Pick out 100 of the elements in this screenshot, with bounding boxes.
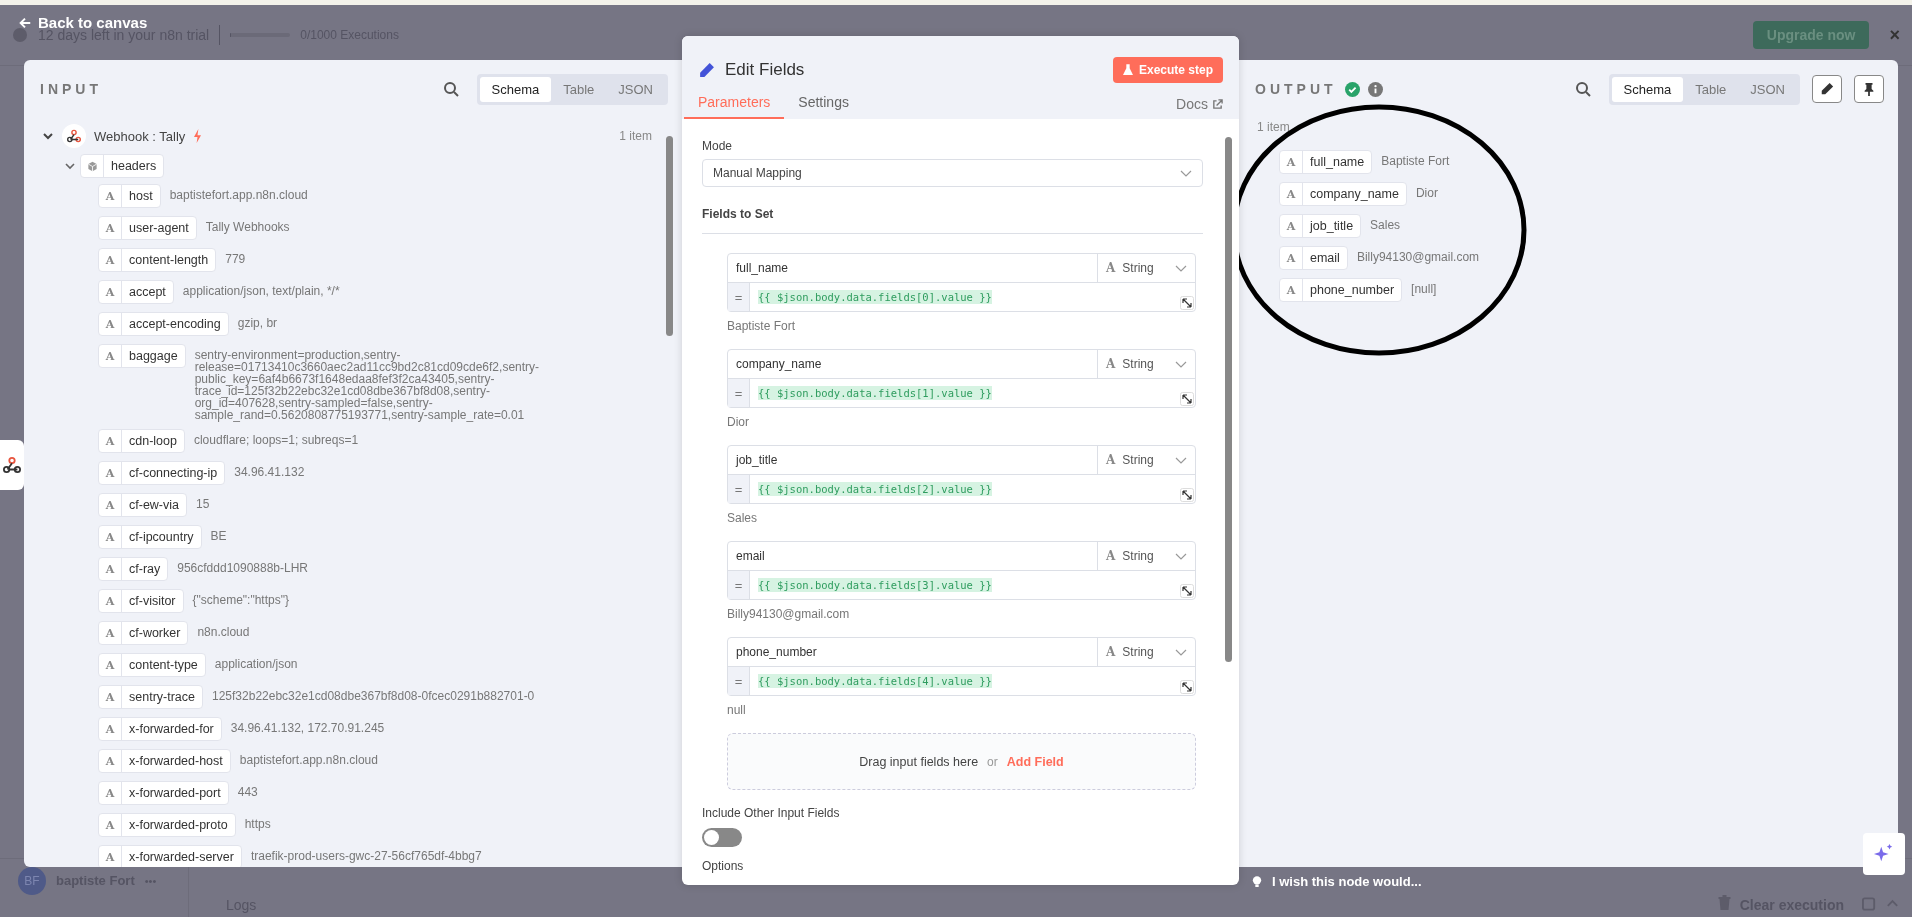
key-name: cf-visitor <box>128 593 177 610</box>
schema-key-pill[interactable]: A x-forwarded-port <box>98 781 229 805</box>
key-name: host <box>128 188 154 205</box>
field-name-input[interactable]: phone_number <box>728 638 1097 666</box>
field-result: Billy94130@gmail.com <box>727 607 850 621</box>
key-name: company_name <box>1309 186 1400 203</box>
field-name-input[interactable]: full_name <box>728 254 1097 282</box>
view-tab[interactable]: JSON <box>1738 76 1797 102</box>
type-glyph: A <box>1280 215 1303 237</box>
panel-title: OUTPUT <box>1255 81 1337 97</box>
view-tab[interactable]: Table <box>1683 76 1739 102</box>
key-value: baptistefort.app.n8n.cloud <box>239 752 378 766</box>
type-glyph: A <box>1280 279 1303 301</box>
type-glyph: A <box>99 462 122 484</box>
type-glyph: A <box>99 313 122 335</box>
schema-key-pill[interactable]: A cf-connecting-ip <box>98 461 226 485</box>
type-glyph: A <box>1280 183 1303 205</box>
type-select[interactable]: A String <box>1097 446 1195 474</box>
key-name: x-forwarded-port <box>128 785 222 802</box>
expression-sign: = <box>728 283 750 311</box>
key-name: x-forwarded-server <box>128 849 235 866</box>
schema-key-pill[interactable]: A x-forwarded-server <box>98 845 242 867</box>
key-name: x-forwarded-host <box>128 753 224 770</box>
key-name: x-forwarded-for <box>128 721 215 738</box>
type-select[interactable]: A String <box>1097 638 1195 666</box>
schema-key-pill[interactable]: A full_name <box>1279 150 1373 174</box>
view-tab[interactable]: JSON <box>606 76 665 102</box>
schema-key-pill[interactable]: A email <box>1279 246 1348 270</box>
schema-key-pill[interactable]: A phone_number <box>1279 278 1403 302</box>
drop-zone[interactable]: Drag input fields here or Add Field <box>727 733 1196 790</box>
schema-key-pill[interactable]: A content-type <box>98 653 206 677</box>
key-name: cf-ray <box>128 561 162 578</box>
type-glyph: A <box>99 281 122 303</box>
field-result: Dior <box>727 415 749 429</box>
schema-key-pill[interactable]: A content-length <box>98 248 217 272</box>
type-glyph: A <box>99 185 122 207</box>
key-value: 34.96.41.132, 172.70.91.245 <box>230 720 385 734</box>
type-select[interactable]: A String <box>1097 542 1195 570</box>
key-value: https <box>244 816 271 830</box>
expression-sign: = <box>728 475 750 503</box>
type-glyph: A <box>99 494 122 516</box>
type-glyph: A <box>99 430 122 452</box>
key-name: accept-encoding <box>128 316 222 333</box>
type-glyph: A <box>99 782 122 804</box>
schema-key-pill[interactable]: A accept-encoding <box>98 312 229 336</box>
field-name-input[interactable]: email <box>728 542 1097 570</box>
schema-key-pill[interactable]: A cf-ew-via <box>98 493 187 517</box>
schema-key-pill[interactable]: A cf-worker <box>98 621 189 645</box>
view-tab[interactable]: Schema <box>1611 76 1684 102</box>
schema-key-pill[interactable]: A x-forwarded-host <box>98 749 231 773</box>
key-value: 15 <box>196 496 210 510</box>
include-label: Include Other Input Fields <box>702 806 840 820</box>
docs-link[interactable]: Docs <box>1176 96 1223 119</box>
key-value: [null] <box>1411 281 1437 295</box>
type-glyph: A <box>99 750 122 772</box>
schema-key-pill[interactable]: headers <box>80 154 165 178</box>
node-name: Webhook : Tally <box>94 128 186 144</box>
schema-key-pill[interactable]: A x-forwarded-for <box>98 717 222 741</box>
type-select[interactable]: A String <box>1097 350 1195 378</box>
type-select[interactable]: A String <box>1097 254 1195 282</box>
schema-key-pill[interactable]: A x-forwarded-proto <box>98 813 236 837</box>
view-tab[interactable]: Schema <box>479 76 552 102</box>
editor-tab[interactable]: Settings <box>784 94 863 119</box>
type-glyph: A <box>99 249 122 271</box>
key-value: sentry-environment=production,sentry-release=01713410c3660aec2ad11cc9bd2c81cd09cde6f2,sentry-public_key=6af4b6673f1648edaa8fef3f2ca43405,sentry-trace_id=125f32b22ebc32e1cd08dbe367bf8d08,sentry-org_id=407628,sentry-sampled=false,sentry-sample_rand=0.5620808775193771,sentry-sample_rate=0.01 <box>194 347 541 421</box>
mode-select[interactable]: Manual Mapping <box>702 159 1203 187</box>
schema-key-pill[interactable]: A cf-visitor <box>98 589 184 613</box>
panel-title: INPUT <box>40 81 102 97</box>
view-tab[interactable]: Table <box>551 76 607 102</box>
type-glyph: A <box>99 558 122 580</box>
field-name-input[interactable]: job_title <box>728 446 1097 474</box>
back-to-canvas-link[interactable]: Back to canvas <box>18 14 148 31</box>
schema-key-pill[interactable]: A accept <box>98 280 174 304</box>
key-value: Tally Webhooks <box>205 219 290 233</box>
key-value: 125f32b22ebc32e1cd08dbe367bf8d08-0fcec0291b882701-0 <box>212 688 535 702</box>
key-value: application/json <box>214 656 298 670</box>
schema-key-pill[interactable]: A baggage <box>98 344 186 368</box>
key-value: 956cfddd1090888b-LHR <box>177 560 309 574</box>
expression-sign: = <box>728 571 750 599</box>
key-value: gzip, br <box>237 315 278 329</box>
key-name: cf-worker <box>128 625 182 642</box>
schema-key-pill[interactable]: A company_name <box>1279 182 1407 206</box>
field-result: Sales <box>727 511 758 525</box>
field-name-input[interactable]: company_name <box>728 350 1097 378</box>
schema-key-pill[interactable]: A host <box>98 184 161 208</box>
type-glyph: A <box>99 590 122 612</box>
schema-key-pill[interactable]: A job_title <box>1279 214 1362 238</box>
key-name: x-forwarded-proto <box>128 817 229 834</box>
schema-key-pill[interactable]: A user-agent <box>98 216 197 240</box>
key-name: sentry-trace <box>128 689 196 706</box>
schema-key-pill[interactable]: A cf-ipcountry <box>98 525 202 549</box>
key-value: Sales <box>1370 217 1401 231</box>
key-name: cf-connecting-ip <box>128 465 219 482</box>
feedback-link[interactable]: I wish this node would... <box>1272 874 1422 889</box>
schema-key-pill[interactable]: A cdn-loop <box>98 429 185 453</box>
fields-heading: Fields to Set <box>702 207 774 221</box>
key-name: baggage <box>128 348 179 365</box>
schema-key-pill[interactable]: A cf-ray <box>98 557 169 581</box>
schema-key-pill[interactable]: A sentry-trace <box>98 685 203 709</box>
key-value: baptistefort.app.n8n.cloud <box>169 187 308 201</box>
